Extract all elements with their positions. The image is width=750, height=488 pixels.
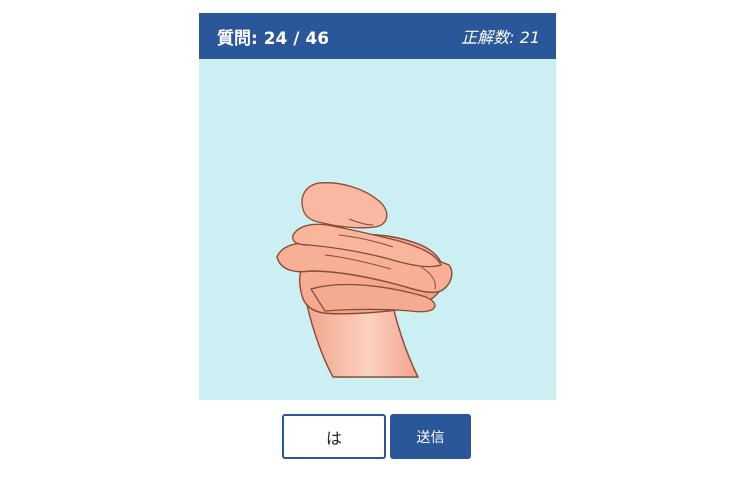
submit-button[interactable]: 送信 — [390, 414, 471, 459]
quiz-header: 質問: 24 / 46 正解数: 21 — [199, 13, 556, 59]
upper-finger-shape — [301, 182, 388, 229]
answer-form: 送信 — [282, 414, 471, 459]
question-image — [199, 59, 556, 400]
quiz-card: 質問: 24 / 46 正解数: 21 — [199, 13, 556, 400]
answer-input[interactable] — [282, 414, 386, 459]
correct-counter: 正解数: 21 — [461, 28, 540, 47]
hand-sign-illustration — [276, 182, 453, 378]
question-counter: 質問: 24 / 46 — [217, 28, 330, 49]
